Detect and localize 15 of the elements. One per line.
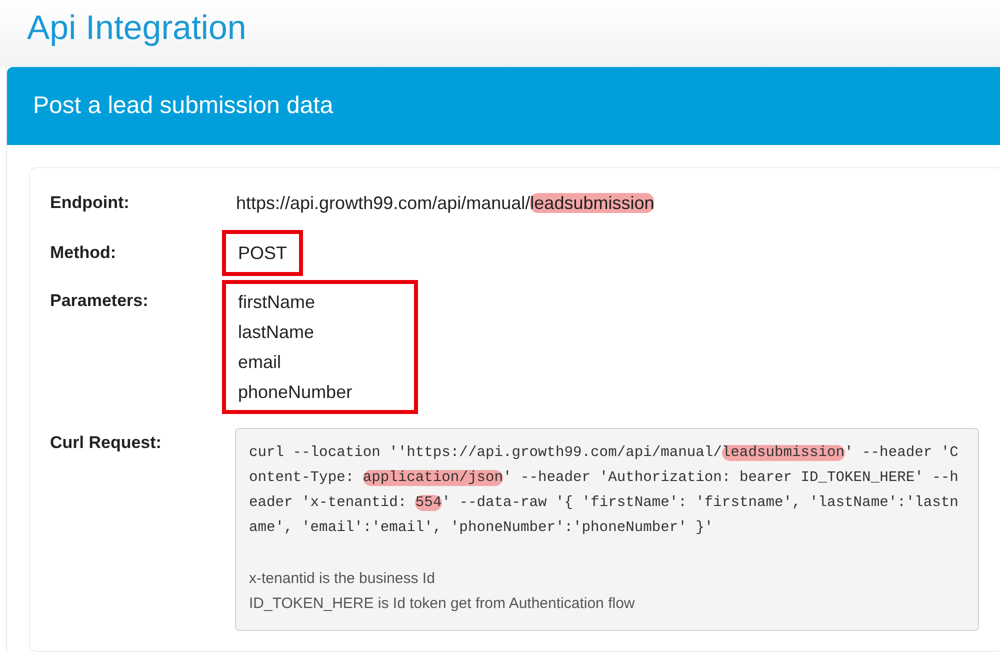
note-text: ID_TOKEN_HERE is Id token get from Authentication flow	[249, 594, 635, 614]
panel-title: Post a lead submission data	[33, 91, 334, 121]
parameter-name: email	[238, 351, 282, 374]
parameter-name: phoneNumber	[238, 381, 352, 404]
parameter-name: lastName	[238, 321, 316, 344]
method-value: POST	[222, 230, 304, 276]
field-label: Parameters:	[50, 290, 150, 312]
field-label: Endpoint:	[50, 192, 130, 214]
parameter-name: firstName	[238, 291, 316, 314]
note-text: x-tenantid is the business Id	[249, 569, 435, 589]
curl-command: curl --location ''https://api.growth99.com/api/manual/leadsubmission' --header 'Content-Type: application/json' --header 'Authorization: bearer ID_TOKEN_HERE' --header 'x-tenantid: 554' --data-raw '{ 'firstName': 'firstname', 'lastName':'lastname', 'email':'email', 'phoneNumber':'phoneNumber' }'	[249, 444, 960, 538]
field-label: Curl Request:	[50, 432, 162, 454]
page-title: Api Integration	[27, 8, 246, 48]
field-label: Method:	[50, 242, 118, 264]
endpoint-url: https://api.growth99.com/api/manual/leadsubmission	[236, 192, 654, 215]
